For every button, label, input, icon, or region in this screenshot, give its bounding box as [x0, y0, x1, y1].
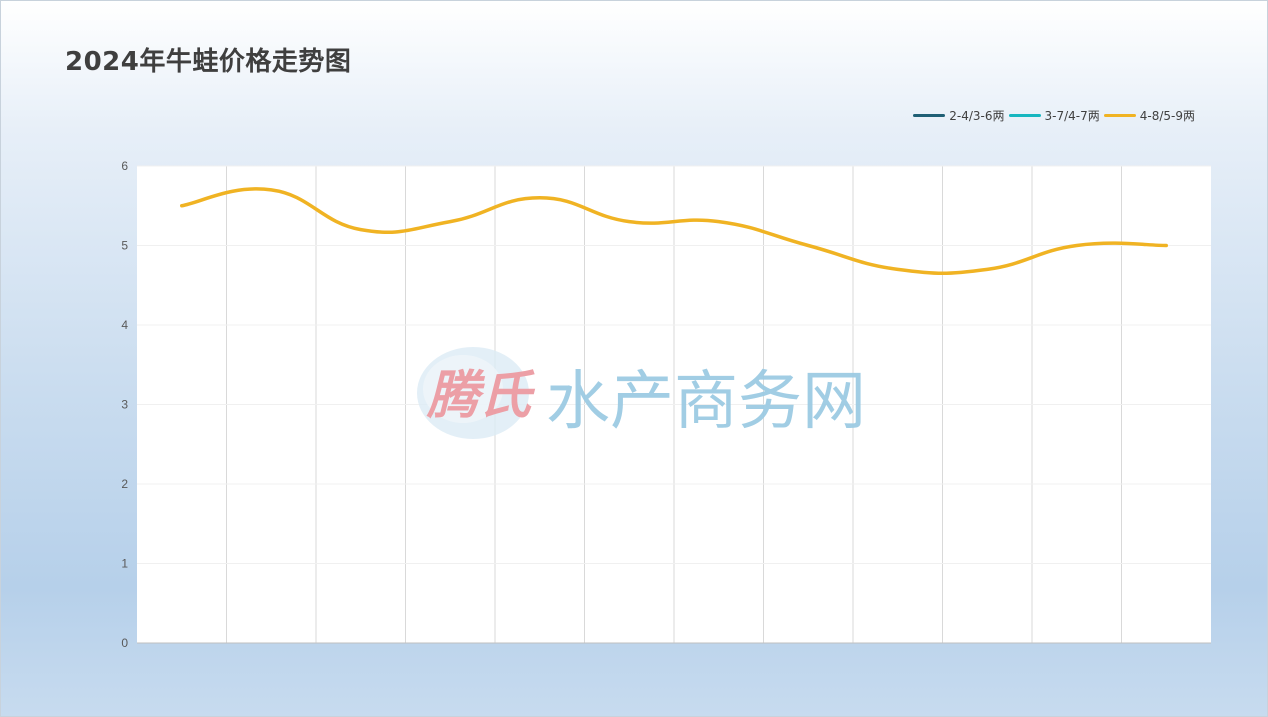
y-tick-label: 5 [121, 239, 128, 253]
line-chart: 0 1 2 3 4 5 6 腾氏 水产商务网 [121, 159, 1211, 650]
y-tick-label: 0 [121, 636, 128, 650]
data-point [716, 219, 722, 225]
data-point [626, 219, 632, 225]
data-point [268, 187, 274, 193]
watermark-site: 水产商务网 [546, 365, 866, 439]
y-tick-label: 3 [121, 398, 128, 412]
y-tick-label: 1 [121, 557, 128, 571]
y-tick-label: 6 [121, 159, 128, 173]
watermark-brand: 腾氏 [426, 365, 536, 426]
data-point [447, 219, 453, 225]
data-point [1163, 243, 1169, 249]
y-tick-label: 4 [121, 318, 128, 332]
data-point [1074, 243, 1080, 249]
data-point [895, 266, 901, 272]
data-point [537, 195, 543, 201]
chart-frame: 2024年牛蛙价格走势图 2-4/3-6两 3-7/4-7两 4-8/5-9两 … [0, 0, 1268, 717]
data-point [984, 266, 990, 272]
y-tick-label: 2 [121, 477, 128, 491]
y-axis-ticks: 0 1 2 3 4 5 6 [121, 159, 128, 650]
data-point [358, 227, 364, 233]
data-point [805, 243, 811, 249]
data-point [179, 203, 185, 209]
